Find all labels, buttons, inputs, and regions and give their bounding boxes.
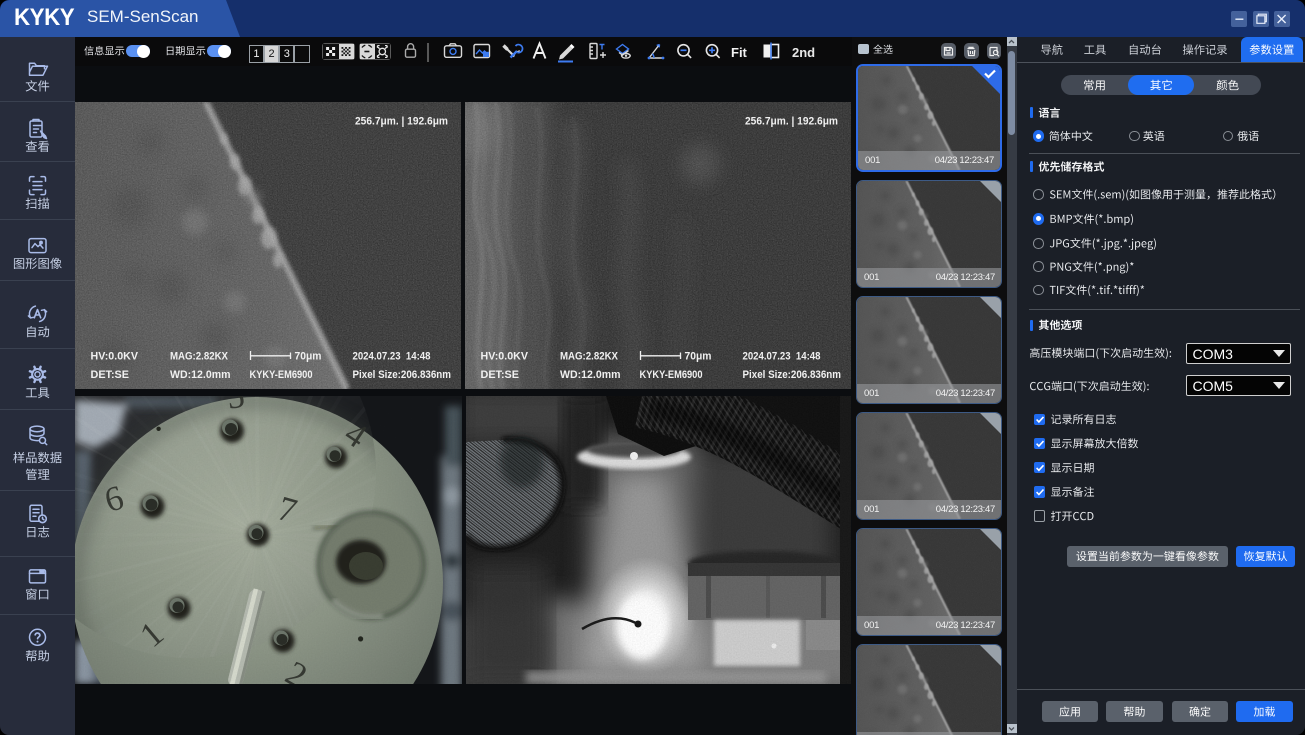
svg-text:MAG:2.82KX: MAG:2.82KX [170,351,229,363]
svg-text:KYKY-EM6900: KYKY-EM6900 [640,369,703,381]
svg-text:HV:0.0KV: HV:0.0KV [481,351,529,363]
svg-text:DET:SE: DET:SE [91,369,130,381]
svg-text:2024.07.23 14:48: 2024.07.23 14:48 [743,351,821,363]
svg-text:70μm: 70μm [685,351,712,363]
svg-text:WD:12.0mm: WD:12.0mm [560,369,621,381]
svg-text:256.7μm. | 192.6μm: 256.7μm. | 192.6μm [355,116,448,128]
svg-text:Pixel Size:206.836nm: Pixel Size:206.836nm [353,369,452,381]
svg-text:WD:12.0mm: WD:12.0mm [170,369,231,381]
svg-text:70μm: 70μm [295,351,322,363]
svg-text:HV:0.0KV: HV:0.0KV [91,351,139,363]
svg-text:2024.07.23 14:48: 2024.07.23 14:48 [353,351,431,363]
svg-text:KYKY-EM6900: KYKY-EM6900 [250,369,313,381]
svg-text:DET:SE: DET:SE [481,369,520,381]
svg-text:256.7μm. | 192.6μm: 256.7μm. | 192.6μm [745,116,838,128]
svg-text:MAG:2.82KX: MAG:2.82KX [560,351,619,363]
svg-text:Pixel Size:206.836nm: Pixel Size:206.836nm [743,369,842,381]
